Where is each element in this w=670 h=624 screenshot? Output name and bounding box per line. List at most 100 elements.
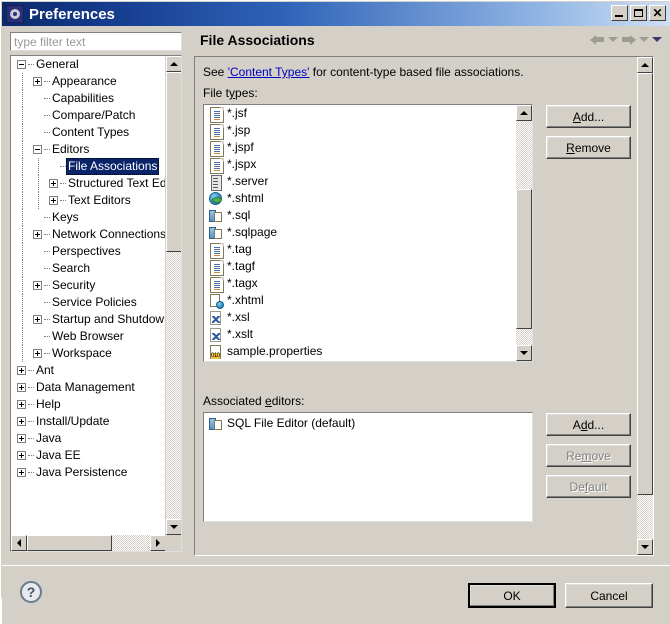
file-type-row[interactable]: *.shtml [204, 190, 516, 207]
file-types-scrollbar[interactable] [516, 105, 532, 361]
tree-item-startup-and-shutdown[interactable]: Startup and Shutdown [11, 311, 166, 328]
file-type-row[interactable]: *.jspx [204, 156, 516, 174]
file-type-row[interactable]: *.tag [204, 241, 516, 259]
file-type-row[interactable]: *.xsl [204, 309, 516, 326]
file-type-row[interactable]: *.jsf [204, 105, 516, 123]
tree-expand-icon[interactable] [33, 230, 42, 239]
tree-scroll-up-button[interactable] [166, 56, 181, 72]
tree-item-content-types[interactable]: Content Types [11, 124, 166, 141]
tree-item-file-associations[interactable]: File Associations [11, 158, 166, 175]
tree-scroll-track[interactable] [166, 72, 181, 519]
tree-expand-icon[interactable] [17, 468, 26, 477]
add-editor-button[interactable]: Add... [546, 413, 631, 436]
tree-expand-icon[interactable] [17, 417, 26, 426]
tree-item-editors[interactable]: Editors [11, 141, 166, 158]
back-history-caret-icon[interactable] [608, 37, 618, 42]
tree-scroll-thumb[interactable] [166, 72, 181, 252]
tree-expand-icon[interactable] [17, 434, 26, 443]
tree-scroll-right-button[interactable] [150, 535, 166, 551]
tree-item-search[interactable]: Search [11, 260, 166, 277]
tree-item-web-browser[interactable]: Web Browser [11, 328, 166, 345]
add-file-type-button[interactable]: Add... [546, 105, 631, 128]
tree-item-java-ee[interactable]: Java EE [11, 447, 166, 464]
tree-item-service-policies[interactable]: Service Policies [11, 294, 166, 311]
file-type-label: *.tagx [227, 276, 258, 290]
file-type-row[interactable]: sample.properties [204, 343, 516, 360]
tree-item-general[interactable]: General [11, 56, 166, 73]
tree-collapse-icon[interactable] [17, 60, 26, 69]
file-type-row[interactable]: *.server [204, 173, 516, 191]
tree-hscroll-thumb[interactable] [27, 535, 112, 551]
file-type-row[interactable]: *.jspf [204, 139, 516, 157]
tree-item-data-management[interactable]: Data Management [11, 379, 166, 396]
tree-expand-icon[interactable] [33, 77, 42, 86]
page-vertical-scrollbar[interactable] [637, 57, 653, 555]
tree-expand-icon[interactable] [17, 451, 26, 460]
file-type-row[interactable]: *.xslt [204, 326, 516, 343]
doc-icon [210, 276, 224, 293]
tree-expand-icon[interactable] [33, 349, 42, 358]
tree-item-structured-text-editors[interactable]: Structured Text Editors [11, 175, 166, 192]
tree-item-java[interactable]: Java [11, 430, 166, 447]
ok-button[interactable]: OK [468, 583, 556, 608]
tree-hscroll-track[interactable] [27, 535, 150, 551]
description-prefix: See [203, 65, 228, 79]
tree-item-keys[interactable]: Keys [11, 209, 166, 226]
tree-item-network-connections[interactable]: Network Connections [11, 226, 166, 243]
cancel-button[interactable]: Cancel [565, 583, 653, 608]
forward-arrow-icon[interactable] [621, 34, 636, 45]
file-types-scroll-down-button[interactable] [516, 345, 532, 361]
tree-scroll-left-button[interactable] [11, 535, 27, 551]
file-types-list[interactable]: *.jsf *.jsp *.jspf *.jspx *.server *.shtml *.s… [203, 104, 533, 362]
tree-item-ant[interactable]: Ant [11, 362, 166, 379]
file-type-row[interactable]: *.sqlpage [204, 224, 516, 241]
file-type-row[interactable]: *.tagf [204, 258, 516, 276]
tree-item-label: Text Editors [68, 193, 131, 207]
file-types-scroll-up-button[interactable] [516, 105, 532, 121]
tree-expand-icon[interactable] [33, 281, 42, 290]
page-scroll-down-button[interactable] [637, 539, 653, 555]
associated-editors-list[interactable]: SQL File Editor (default) [203, 412, 533, 522]
tree-item-text-editors[interactable]: Text Editors [11, 192, 166, 209]
maximize-button[interactable] [630, 5, 647, 21]
filter-input[interactable] [10, 32, 182, 51]
tree-expand-icon[interactable] [33, 315, 42, 324]
file-type-row[interactable]: *.jsp [204, 122, 516, 140]
tree-expand-icon[interactable] [49, 196, 58, 205]
tree-item-help[interactable]: Help [11, 396, 166, 413]
tree-expand-icon[interactable] [17, 400, 26, 409]
file-type-row[interactable]: *.sql [204, 207, 516, 224]
tree-item-compare-patch[interactable]: Compare/Patch [11, 107, 166, 124]
file-types-scroll-track[interactable] [516, 121, 532, 345]
tree-item-security[interactable]: Security [11, 277, 166, 294]
view-menu-caret-icon[interactable] [652, 37, 662, 42]
associated-editor-row[interactable]: SQL File Editor (default) [204, 415, 532, 432]
content-types-link[interactable]: 'Content Types' [228, 65, 310, 79]
page-scroll-up-button[interactable] [637, 57, 653, 73]
tree-horizontal-scrollbar[interactable] [11, 535, 166, 551]
tree-expand-icon[interactable] [17, 366, 26, 375]
page-scroll-thumb[interactable] [637, 73, 653, 495]
tree-item-appearance[interactable]: Appearance [11, 73, 166, 90]
file-type-row[interactable]: *.xhtml [204, 292, 516, 309]
tree-scroll-corner [165, 535, 181, 551]
page-scroll-track[interactable] [637, 73, 653, 539]
close-button[interactable]: ✕ [649, 5, 666, 21]
tree-item-install-update[interactable]: Install/Update [11, 413, 166, 430]
tree-expand-icon[interactable] [17, 383, 26, 392]
minimize-button[interactable] [611, 5, 628, 21]
file-type-row[interactable]: *.tagx [204, 275, 516, 293]
tree-vertical-scrollbar[interactable] [165, 56, 181, 535]
tree-item-java-persistence[interactable]: Java Persistence [11, 464, 166, 481]
tree-item-capabilities[interactable]: Capabilities [11, 90, 166, 107]
tree-item-workspace[interactable]: Workspace [11, 345, 166, 362]
forward-history-caret-icon[interactable] [639, 37, 649, 42]
file-types-scroll-thumb[interactable] [516, 189, 532, 329]
tree-collapse-icon[interactable] [33, 145, 42, 154]
help-icon[interactable]: ? [20, 581, 42, 603]
tree-scroll-down-button[interactable] [166, 519, 181, 535]
back-arrow-icon[interactable] [590, 34, 605, 45]
tree-item-perspectives[interactable]: Perspectives [11, 243, 166, 260]
remove-file-type-button[interactable]: Remove [546, 136, 631, 159]
tree-expand-icon[interactable] [49, 179, 58, 188]
